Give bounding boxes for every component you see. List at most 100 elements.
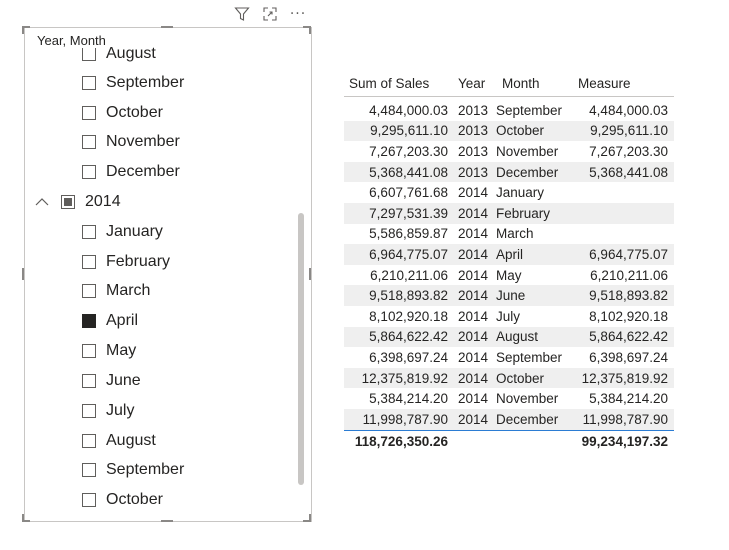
cell-sales: 7,297,531.39: [369, 205, 448, 221]
resize-handle-top[interactable]: [161, 26, 173, 28]
checkbox[interactable]: [82, 463, 96, 477]
slicer-item-label: June: [106, 372, 141, 389]
table-row: 5,368,441.08 2013 December 5,368,441.08: [344, 161, 674, 183]
cell-year: 2014: [457, 185, 488, 201]
column-header-sum-of-sales[interactable]: Sum of Sales: [344, 76, 448, 91]
visual-header-toolbar: ···: [232, 4, 308, 24]
checkbox[interactable]: [82, 434, 96, 448]
table-row: 6,607,761.68 2014 January: [344, 182, 674, 203]
slicer-item-label: August: [106, 45, 156, 62]
slicer-item-january-2014[interactable]: January: [82, 218, 163, 246]
cell-measure: 11,998,787.90: [582, 411, 668, 427]
total-measure: 99,234,197.32: [581, 434, 668, 449]
slicer-item-may-2014[interactable]: May: [82, 337, 136, 365]
slicer-item-june-2014[interactable]: June: [82, 367, 141, 395]
cell-measure: 9,295,611.10: [590, 123, 668, 139]
cell-year: 2014: [457, 205, 488, 221]
column-header-year[interactable]: Year: [448, 76, 490, 91]
focus-mode-icon[interactable]: [260, 4, 280, 24]
checkbox[interactable]: [82, 374, 96, 388]
column-header-measure[interactable]: Measure: [574, 76, 670, 91]
cell-sales: 4,484,000.03: [369, 102, 448, 118]
slicer-scrollbar[interactable]: [298, 213, 304, 485]
table-row: 11,998,787.90 2014 December 11,998,787.90: [344, 408, 674, 430]
cell-year: 2014: [457, 370, 488, 386]
cell-month: October: [496, 123, 545, 139]
resize-handle-bottom-right-v[interactable]: [309, 514, 311, 522]
checkbox[interactable]: [82, 255, 96, 269]
table-row: 9,295,611.10 2013 October 9,295,611.10: [344, 120, 674, 142]
slicer-item-label: September: [106, 74, 185, 91]
resize-handle-top-left-v[interactable]: [22, 26, 24, 34]
slicer-item-september-2013[interactable]: September: [82, 69, 184, 97]
checkbox[interactable]: [82, 165, 96, 179]
cell-year: 2014: [457, 391, 488, 407]
checkbox[interactable]: [82, 344, 96, 358]
checkbox[interactable]: [82, 47, 96, 61]
slicer-item-july-2014[interactable]: July: [82, 397, 134, 425]
slicer-item-march-2014[interactable]: March: [82, 277, 150, 305]
cell-sales: 6,398,697.24: [369, 349, 448, 365]
checkbox[interactable]: [82, 284, 96, 298]
slicer-item-november-2013[interactable]: November: [82, 128, 180, 156]
cell-year: 2014: [457, 349, 488, 365]
cell-month: May: [496, 267, 522, 283]
cell-month: December: [496, 411, 559, 427]
sales-table: Sum of Sales Year Month Measure 4,484,00…: [344, 70, 674, 453]
checkbox-checked[interactable]: [82, 314, 96, 328]
cell-month: April: [496, 246, 524, 262]
table-row: 6,964,775.07 2014 April 6,964,775.07: [344, 244, 674, 265]
cell-sales: 6,210,211.06: [370, 267, 448, 283]
filter-icon[interactable]: [232, 4, 252, 24]
slicer-item-february-2014[interactable]: February: [82, 248, 170, 276]
resize-handle-bottom[interactable]: [161, 520, 173, 522]
cell-sales: 9,518,893.82: [369, 288, 448, 304]
more-options-icon[interactable]: ···: [288, 4, 308, 24]
resize-handle-left[interactable]: [22, 268, 24, 280]
cell-measure: 5,384,214.20: [589, 391, 668, 407]
cell-measure: 9,518,893.82: [589, 288, 668, 304]
table-total-row: 118,726,350.26 99,234,197.32: [344, 429, 674, 453]
checkbox[interactable]: [82, 135, 96, 149]
slicer-list: August September October November Decemb…: [25, 44, 308, 518]
cell-sales: 8,102,920.18: [369, 308, 448, 324]
resize-handle-right[interactable]: [309, 268, 311, 280]
slicer-item-label: October: [106, 491, 163, 508]
resize-handle-top-right-v[interactable]: [309, 26, 311, 34]
column-header-month[interactable]: Month: [490, 76, 574, 91]
cell-month: June: [496, 288, 526, 304]
cell-year: 2013: [457, 123, 488, 139]
cell-year: 2014: [457, 411, 488, 427]
cell-year: 2014: [457, 226, 488, 242]
cell-sales: 12,375,819.92: [361, 370, 448, 386]
checkbox[interactable]: [82, 106, 96, 120]
slicer-item-august-2014[interactable]: August: [82, 427, 156, 455]
slicer-item-label: November: [106, 133, 180, 150]
checkbox-partial[interactable]: [61, 195, 75, 209]
table-row: 6,210,211.06 2014 May 6,210,211.06: [344, 265, 674, 286]
cell-sales: 11,998,787.90: [362, 411, 448, 427]
checkbox[interactable]: [82, 76, 96, 90]
cell-year: 2014: [457, 288, 488, 304]
slicer-item-year-2014[interactable]: 2014: [35, 188, 121, 216]
checkbox[interactable]: [82, 225, 96, 239]
slicer-item-april-2014[interactable]: April: [82, 307, 138, 335]
cell-measure: 6,964,775.07: [589, 246, 668, 262]
cell-sales: 6,607,761.68: [369, 185, 448, 201]
cell-year: 2013: [457, 164, 488, 180]
checkbox[interactable]: [82, 493, 96, 507]
slicer-item-october-2014[interactable]: October: [82, 486, 163, 514]
chevron-up-icon[interactable]: [35, 195, 49, 209]
cell-year: 2013: [457, 143, 488, 159]
slicer-item-december-2013[interactable]: December: [82, 158, 180, 186]
slicer-item-october-2013[interactable]: October: [82, 99, 163, 127]
cell-month: January: [496, 185, 545, 201]
table-row: 5,864,622.42 2014 August 5,864,622.42: [344, 326, 674, 348]
checkbox[interactable]: [82, 404, 96, 418]
resize-handle-bottom-left-v[interactable]: [22, 514, 24, 522]
slicer-item-september-2014[interactable]: September: [82, 456, 184, 484]
cell-month: September: [496, 102, 563, 118]
slicer-item-label: 2014: [85, 193, 121, 210]
slicer-item-label: February: [106, 253, 171, 270]
table-row: 8,102,920.18 2014 July 8,102,920.18: [344, 306, 674, 327]
